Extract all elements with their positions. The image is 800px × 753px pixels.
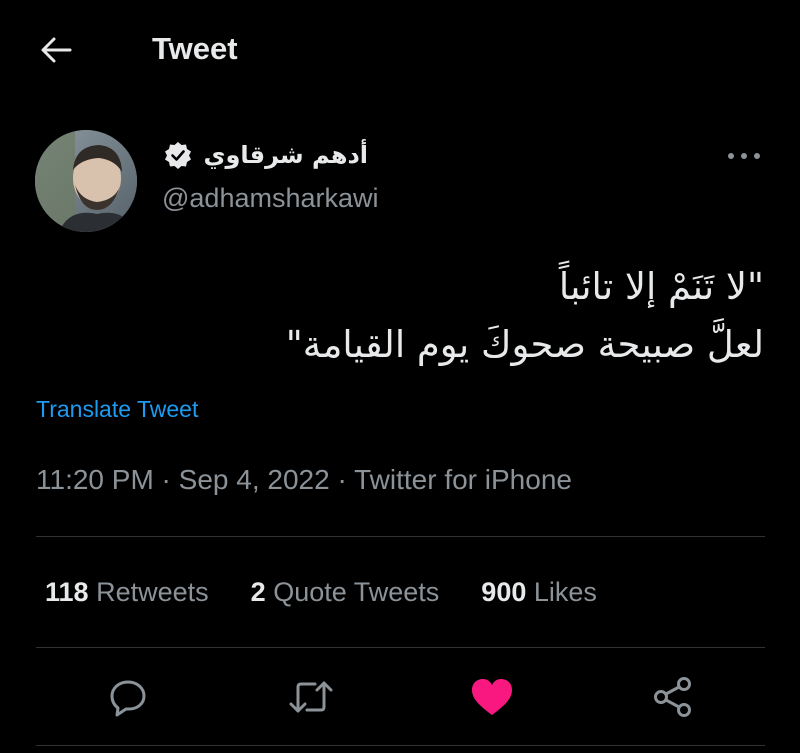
quote-tweets-label: Quote Tweets bbox=[273, 577, 440, 607]
meta-separator: · bbox=[329, 464, 355, 495]
share-button[interactable] bbox=[648, 672, 698, 722]
header-bar: Tweet bbox=[0, 0, 800, 100]
tweet-line-2: لعلَّ صبيحة صحوكَ يوم القيامة" bbox=[285, 323, 764, 366]
tweet-text: "لا تَنَمْ إلا تائباً لعلَّ صبيحة صحوكَ … bbox=[24, 258, 764, 374]
tweet-date[interactable]: Sep 4, 2022 bbox=[179, 464, 330, 495]
more-dots-icon bbox=[728, 153, 760, 159]
like-button[interactable] bbox=[467, 672, 517, 722]
back-button[interactable] bbox=[36, 30, 76, 70]
page-title: Tweet bbox=[152, 31, 238, 66]
tweet-source[interactable]: Twitter for iPhone bbox=[354, 464, 572, 495]
tweet-metadata: 11:20 PM · Sep 4, 2022 · Twitter for iPh… bbox=[36, 464, 572, 496]
tweet-time[interactable]: 11:20 PM bbox=[36, 464, 154, 495]
avatar[interactable] bbox=[35, 130, 137, 232]
quote-tweets-count: 2 bbox=[250, 577, 266, 607]
author-name-row[interactable]: أدهم شرقاوي bbox=[163, 140, 368, 170]
divider bbox=[36, 536, 765, 537]
arrow-left-icon bbox=[41, 37, 72, 63]
likes-stat[interactable]: 900 Likes bbox=[481, 577, 597, 608]
divider bbox=[36, 647, 765, 648]
heart-icon bbox=[472, 679, 512, 715]
quote-tweets-stat[interactable]: 2 Quote Tweets bbox=[251, 577, 440, 608]
share-icon bbox=[654, 677, 691, 717]
more-button[interactable] bbox=[723, 142, 765, 170]
tweet-line-1: "لا تَنَمْ إلا تائباً bbox=[558, 265, 764, 308]
engagement-stats: 118 Retweets 2 Quote Tweets 900 Likes bbox=[45, 577, 597, 608]
retweets-count: 118 bbox=[45, 577, 89, 607]
likes-label: Likes bbox=[533, 577, 597, 607]
meta-separator: · bbox=[153, 464, 179, 495]
reply-icon bbox=[110, 680, 146, 717]
retweet-button[interactable] bbox=[286, 672, 336, 722]
divider bbox=[36, 745, 765, 746]
translate-tweet-link[interactable]: Translate Tweet bbox=[36, 396, 198, 423]
author-name: أدهم شرقاوي bbox=[203, 141, 368, 169]
verified-badge-icon bbox=[163, 140, 193, 170]
reply-button[interactable] bbox=[103, 672, 153, 722]
retweets-stat[interactable]: 118 Retweets bbox=[45, 577, 209, 608]
retweet-icon bbox=[289, 681, 333, 713]
action-bar bbox=[0, 672, 800, 722]
retweets-label: Retweets bbox=[96, 577, 209, 607]
likes-count: 900 bbox=[481, 577, 527, 607]
author-handle[interactable]: @adhamsharkawi bbox=[162, 183, 379, 214]
